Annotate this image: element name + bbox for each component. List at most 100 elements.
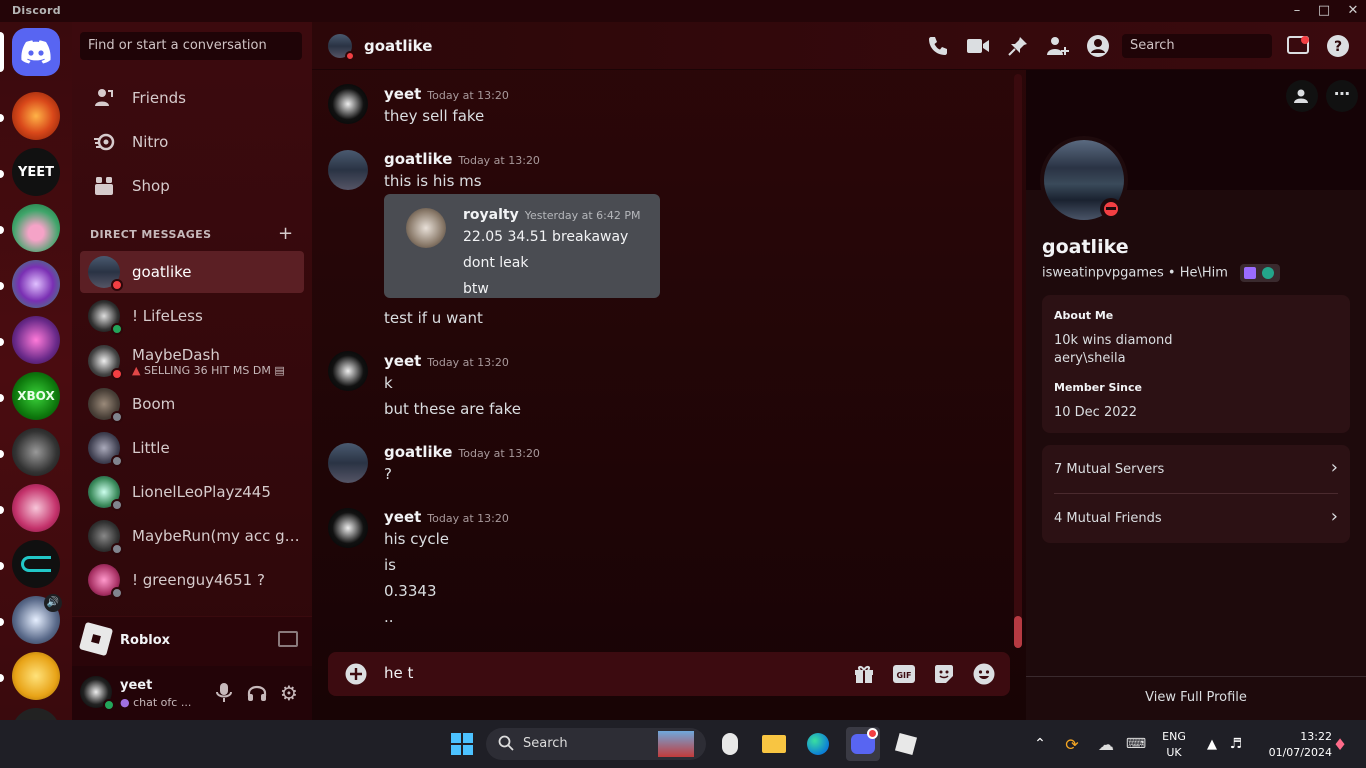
server-dark-figure-icon[interactable] [12, 428, 60, 476]
chat-scrollbar[interactable] [1014, 74, 1022, 648]
forwarded-message-card[interactable]: royalty Yesterday at 6:42 PM 22.05 34.51 … [384, 194, 660, 298]
emoji-icon[interactable] [972, 662, 996, 686]
dm-row-lionelleoplayz445[interactable]: LionelLeoPlayz445 [80, 471, 304, 513]
pin-icon[interactable] [1006, 34, 1030, 58]
scrollbar-thumb[interactable] [1014, 616, 1022, 648]
add-friends-to-dm-icon[interactable] [1046, 34, 1070, 58]
teal-logo-shape [21, 556, 51, 572]
message-author[interactable]: yeet Today at 13:20 [384, 85, 509, 103]
server-orange-face-icon[interactable] [12, 652, 60, 700]
server-purple-badge-icon[interactable] [12, 260, 60, 308]
server-pink-anime-icon[interactable] [12, 484, 60, 532]
deafen-button[interactable] [246, 682, 268, 704]
edge-browser-icon[interactable] [804, 730, 832, 758]
message-author[interactable]: goatlike Today at 13:20 [384, 150, 540, 168]
settings-gear-icon[interactable]: ⚙ [278, 682, 300, 704]
nav-friends[interactable]: Friends [80, 78, 304, 118]
message-avatar[interactable] [328, 84, 368, 124]
nitro-badge-icon[interactable] [1244, 267, 1257, 279]
clock-date[interactable]: 01/07/2024 [1252, 746, 1332, 759]
server-cloud-icon[interactable]: 🔊 [12, 594, 62, 644]
mutual-friends-row[interactable]: 4 Mutual Friends › [1054, 494, 1338, 543]
help-icon[interactable]: ? [1326, 34, 1350, 58]
server-fire-icon[interactable] [12, 92, 60, 140]
nav-nitro[interactable]: Nitro [80, 122, 304, 162]
message-author[interactable]: yeet Today at 13:20 [384, 352, 509, 370]
taskbar-search[interactable]: Search [486, 728, 706, 760]
message-avatar[interactable] [328, 443, 368, 483]
cloud-icon[interactable]: ☁ [1092, 730, 1120, 758]
mute-mic-button[interactable] [214, 682, 234, 704]
server-partial-icon[interactable] [12, 708, 60, 720]
find-conversation-button[interactable]: Find or start a conversation [80, 32, 302, 60]
server-xbox-icon[interactable]: XBOX [12, 372, 60, 420]
sync-icon[interactable]: ⟳ [1058, 730, 1086, 758]
message-author[interactable]: yeet Today at 13:20 [384, 508, 509, 526]
dm-row-greenguy4651[interactable]: ! greenguy4651 ? [80, 559, 304, 601]
message-avatar[interactable] [328, 351, 368, 391]
keyboard-icon[interactable]: ⌨ [1122, 730, 1150, 758]
dm-row-goatlike[interactable]: goatlike [80, 251, 304, 293]
server-yeet-icon[interactable]: YEET [12, 148, 60, 196]
dm-row-maybedash[interactable]: MaybeDash ▲ SELLING 36 HIT MS DM ▤ [80, 339, 304, 383]
mutual-servers-row[interactable]: 7 Mutual Servers › [1054, 445, 1338, 494]
voice-call-icon[interactable] [926, 34, 950, 58]
user-avatar[interactable] [80, 676, 115, 711]
maximize-button[interactable]: □ [1309, 2, 1339, 20]
message-input[interactable]: he t [384, 664, 413, 682]
svg-text:GIF: GIF [896, 671, 911, 680]
volume-icon[interactable]: ♬ [1222, 730, 1250, 758]
sticker-icon[interactable] [932, 662, 956, 686]
region-code[interactable]: UK [1152, 746, 1196, 759]
message-avatar[interactable] [328, 150, 368, 190]
more-options-icon[interactable]: ⋯ [1326, 80, 1358, 112]
speaker-icon: 🔊 [44, 594, 62, 612]
language-code[interactable]: ENG [1152, 730, 1196, 743]
notification-bell-icon[interactable]: ♦ [1326, 730, 1354, 758]
message-avatar[interactable] [328, 508, 368, 548]
friends-icon [92, 86, 116, 110]
show-hidden-icons-chevron-icon[interactable]: ⌃ [1026, 730, 1054, 758]
inbox-icon[interactable] [1286, 34, 1310, 58]
roblox-taskbar-icon[interactable] [892, 730, 920, 758]
message-author[interactable]: goatlike Today at 13:20 [384, 443, 540, 461]
view-full-profile-button[interactable]: View Full Profile [1026, 676, 1366, 720]
nav-shop[interactable]: Shop [80, 166, 304, 206]
mutual-servers-label: 7 Mutual Servers [1054, 462, 1165, 477]
quote-timestamp: Yesterday at 6:42 PM [524, 209, 641, 222]
quote-author: royalty Yesterday at 6:42 PM [463, 207, 641, 223]
dm-row-boom[interactable]: Boom [80, 383, 304, 425]
video-call-icon[interactable] [966, 34, 990, 58]
dm-row-lifeless[interactable]: ! LifeLess [80, 295, 304, 337]
fire-icon: ▲ [132, 363, 141, 377]
attach-plus-icon[interactable] [344, 662, 368, 686]
home-button[interactable] [12, 28, 60, 76]
message-timestamp: Today at 13:20 [427, 512, 509, 525]
dnd-status-icon [111, 368, 123, 380]
show-user-profile-icon[interactable] [1086, 34, 1110, 58]
gift-icon[interactable] [852, 662, 876, 686]
hashtag-badge-icon[interactable] [1262, 267, 1275, 279]
dm-name: Little [132, 439, 170, 457]
gif-icon[interactable]: GIF [892, 662, 916, 686]
mouse-app-icon[interactable] [716, 730, 744, 758]
add-friend-profile-button[interactable] [1286, 80, 1318, 112]
windows-start-icon[interactable] [448, 730, 476, 758]
file-explorer-icon[interactable] [760, 730, 788, 758]
stream-game-icon[interactable] [278, 631, 298, 647]
dm-row-mayberun[interactable]: MaybeRun(my acc got... [80, 515, 304, 557]
server-pink-creature-icon[interactable] [12, 316, 60, 364]
minimize-button[interactable]: – [1282, 2, 1312, 20]
discord-taskbar-icon[interactable] [846, 727, 880, 761]
dm-row-little[interactable]: Little [80, 427, 304, 469]
offline-status-icon [111, 455, 123, 467]
svg-text:?: ? [1334, 39, 1342, 55]
unread-pip [0, 282, 4, 290]
server-teal-logo-icon[interactable] [12, 540, 60, 588]
message-composer: he t GIF [328, 652, 1010, 696]
header-search-input[interactable]: Search [1122, 34, 1272, 58]
server-kirby-icon[interactable] [12, 204, 60, 252]
clock-time[interactable]: 13:22 [1256, 730, 1332, 743]
create-dm-button[interactable]: + [278, 223, 293, 244]
close-button[interactable]: ✕ [1338, 2, 1366, 20]
